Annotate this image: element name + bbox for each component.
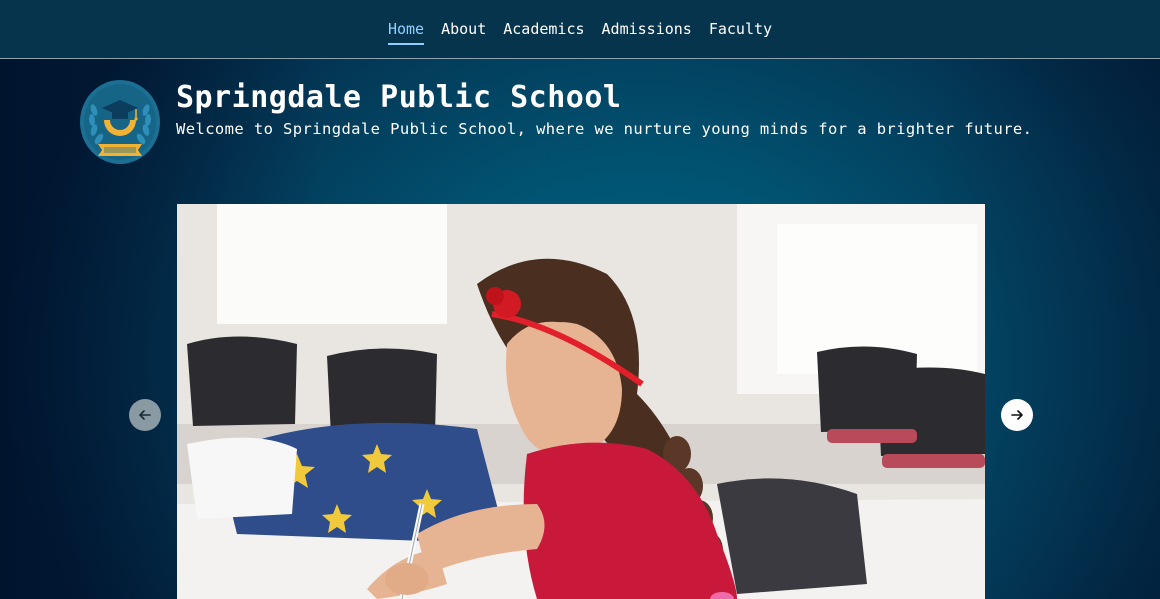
classroom-girl-writing-image [177,204,985,599]
nav-item-faculty: Faculty [709,20,772,38]
nav-link-home[interactable]: Home [387,18,425,45]
nav-link-faculty[interactable]: Faculty [709,18,772,43]
top-navigation: Home About Academics Admissions Faculty [0,0,1160,59]
title-block: Springdale Public School Welcome to Spri… [176,80,1036,141]
carousel-next-button[interactable] [1001,399,1033,431]
nav-list: Home About Academics Admissions Faculty [387,18,772,45]
carousel-slide-image [177,204,985,599]
nav-link-admissions[interactable]: Admissions [602,18,692,43]
school-tagline: Welcome to Springdale Public School, whe… [176,120,1033,138]
school-header: Springdale Public School Welcome to Spri… [80,80,1040,164]
school-title: Springdale Public School [176,80,622,115]
nav-item-admissions: Admissions [602,20,692,38]
graduation-cap-logo-icon [80,80,160,164]
nav-item-about: About [441,20,486,38]
nav-link-about[interactable]: About [441,18,486,43]
arrow-right-icon [1011,410,1023,420]
school-logo [80,80,160,164]
carousel-prev-button[interactable] [129,399,161,431]
nav-item-home: Home [387,18,425,45]
nav-link-academics[interactable]: Academics [503,18,584,43]
nav-item-academics: Academics [503,20,584,38]
arrow-left-icon [139,410,151,420]
image-carousel [129,204,1033,599]
